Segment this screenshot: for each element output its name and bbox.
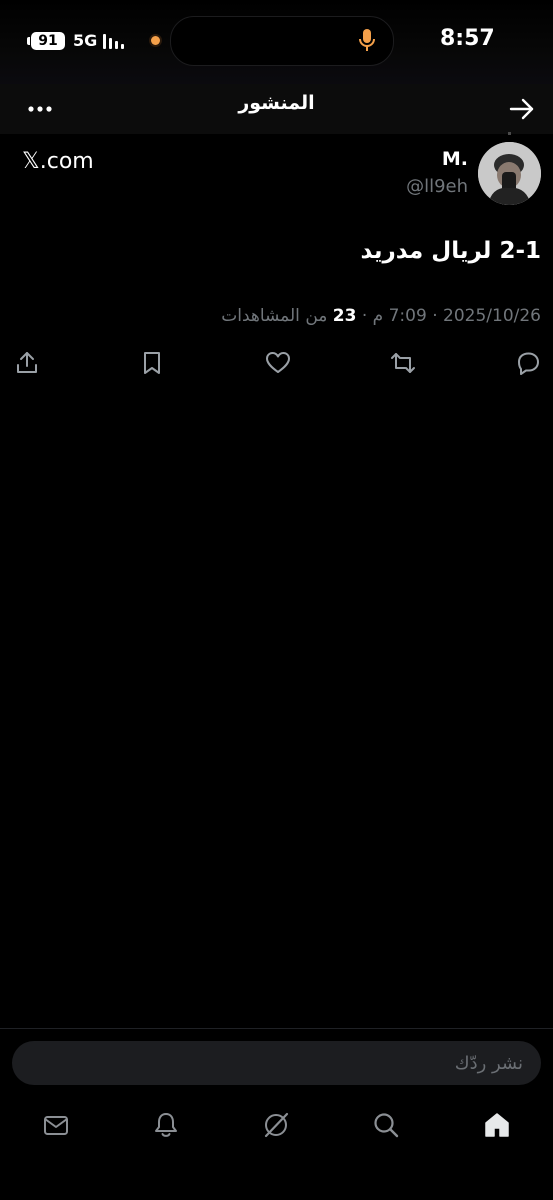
post-date: 2025/10/26 <box>443 306 541 326</box>
status-time: 8:57 <box>440 26 495 51</box>
bottom-tab-bar <box>0 1098 553 1200</box>
like-icon[interactable] <box>265 350 291 376</box>
author-handle[interactable]: @ll9eh <box>360 176 468 197</box>
meta-separator: · <box>432 306 438 326</box>
microphone-icon <box>359 29 375 51</box>
status-bar: 91 5G 8:57 <box>0 0 553 84</box>
notifications-icon[interactable] <box>151 1110 181 1140</box>
post-time: 7:09 م <box>372 306 427 326</box>
home-icon[interactable] <box>482 1110 512 1140</box>
arrow-right-icon[interactable] <box>506 93 538 125</box>
battery-icon: 91 <box>31 32 65 50</box>
post-meta: 2025/10/26 · 7:09 م · 23 من المشاهدات <box>140 306 541 326</box>
post-text: 2-1 لريال مدريد <box>360 238 541 264</box>
meta-separator: · <box>361 306 368 326</box>
share-icon[interactable] <box>14 350 40 376</box>
page-title: المنشور <box>238 92 315 114</box>
camera-indicator-icon <box>151 36 160 45</box>
post-actions <box>0 344 553 384</box>
search-icon[interactable] <box>371 1110 401 1140</box>
avatar-image <box>478 142 541 205</box>
reply-divider <box>0 1028 553 1029</box>
messages-icon[interactable] <box>41 1110 71 1140</box>
battery-cap <box>27 37 30 45</box>
views-label: من المشاهدات <box>221 306 328 326</box>
source-label: 𝕏.com <box>22 149 94 174</box>
network-label: 5G <box>73 31 98 50</box>
signal-icon <box>103 31 133 49</box>
reply-icon[interactable] <box>515 350 541 376</box>
views-count: 23 <box>332 306 357 326</box>
repost-icon[interactable] <box>390 350 416 376</box>
reply-input[interactable] <box>12 1041 541 1085</box>
author-name[interactable]: M. <box>380 148 468 170</box>
bookmark-icon[interactable] <box>139 350 165 376</box>
avatar[interactable] <box>478 142 541 205</box>
post-header: المنشور <box>0 84 553 134</box>
header-marker <box>508 132 511 135</box>
grok-icon[interactable] <box>261 1110 291 1140</box>
